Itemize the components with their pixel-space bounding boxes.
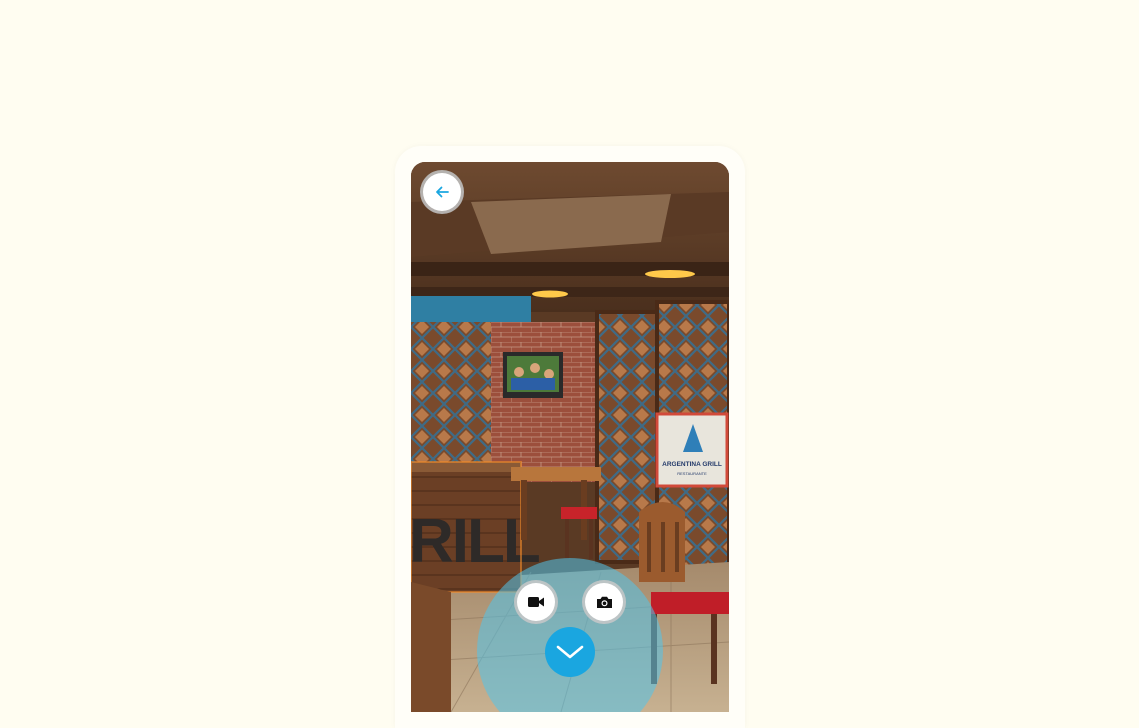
arrow-left-icon xyxy=(436,186,449,198)
confirm-button[interactable] xyxy=(545,627,595,677)
page: ARGENTINA GRILL RESTAURANTE RILL xyxy=(0,0,1139,728)
video-camera-icon xyxy=(528,597,544,607)
camera-icon xyxy=(596,596,612,608)
camera-viewport: ARGENTINA GRILL RESTAURANTE RILL xyxy=(411,162,729,712)
sign-line2-text: RESTAURANTE xyxy=(677,471,707,476)
counter-sign-text: RILL xyxy=(411,507,539,576)
phone-frame: ARGENTINA GRILL RESTAURANTE RILL xyxy=(395,146,745,728)
chevron-down-icon xyxy=(556,645,584,659)
back-button[interactable] xyxy=(423,173,461,211)
take-photo-button[interactable] xyxy=(585,583,623,621)
record-video-button[interactable] xyxy=(517,583,555,621)
sign-line1-text: ARGENTINA GRILL xyxy=(662,461,722,468)
